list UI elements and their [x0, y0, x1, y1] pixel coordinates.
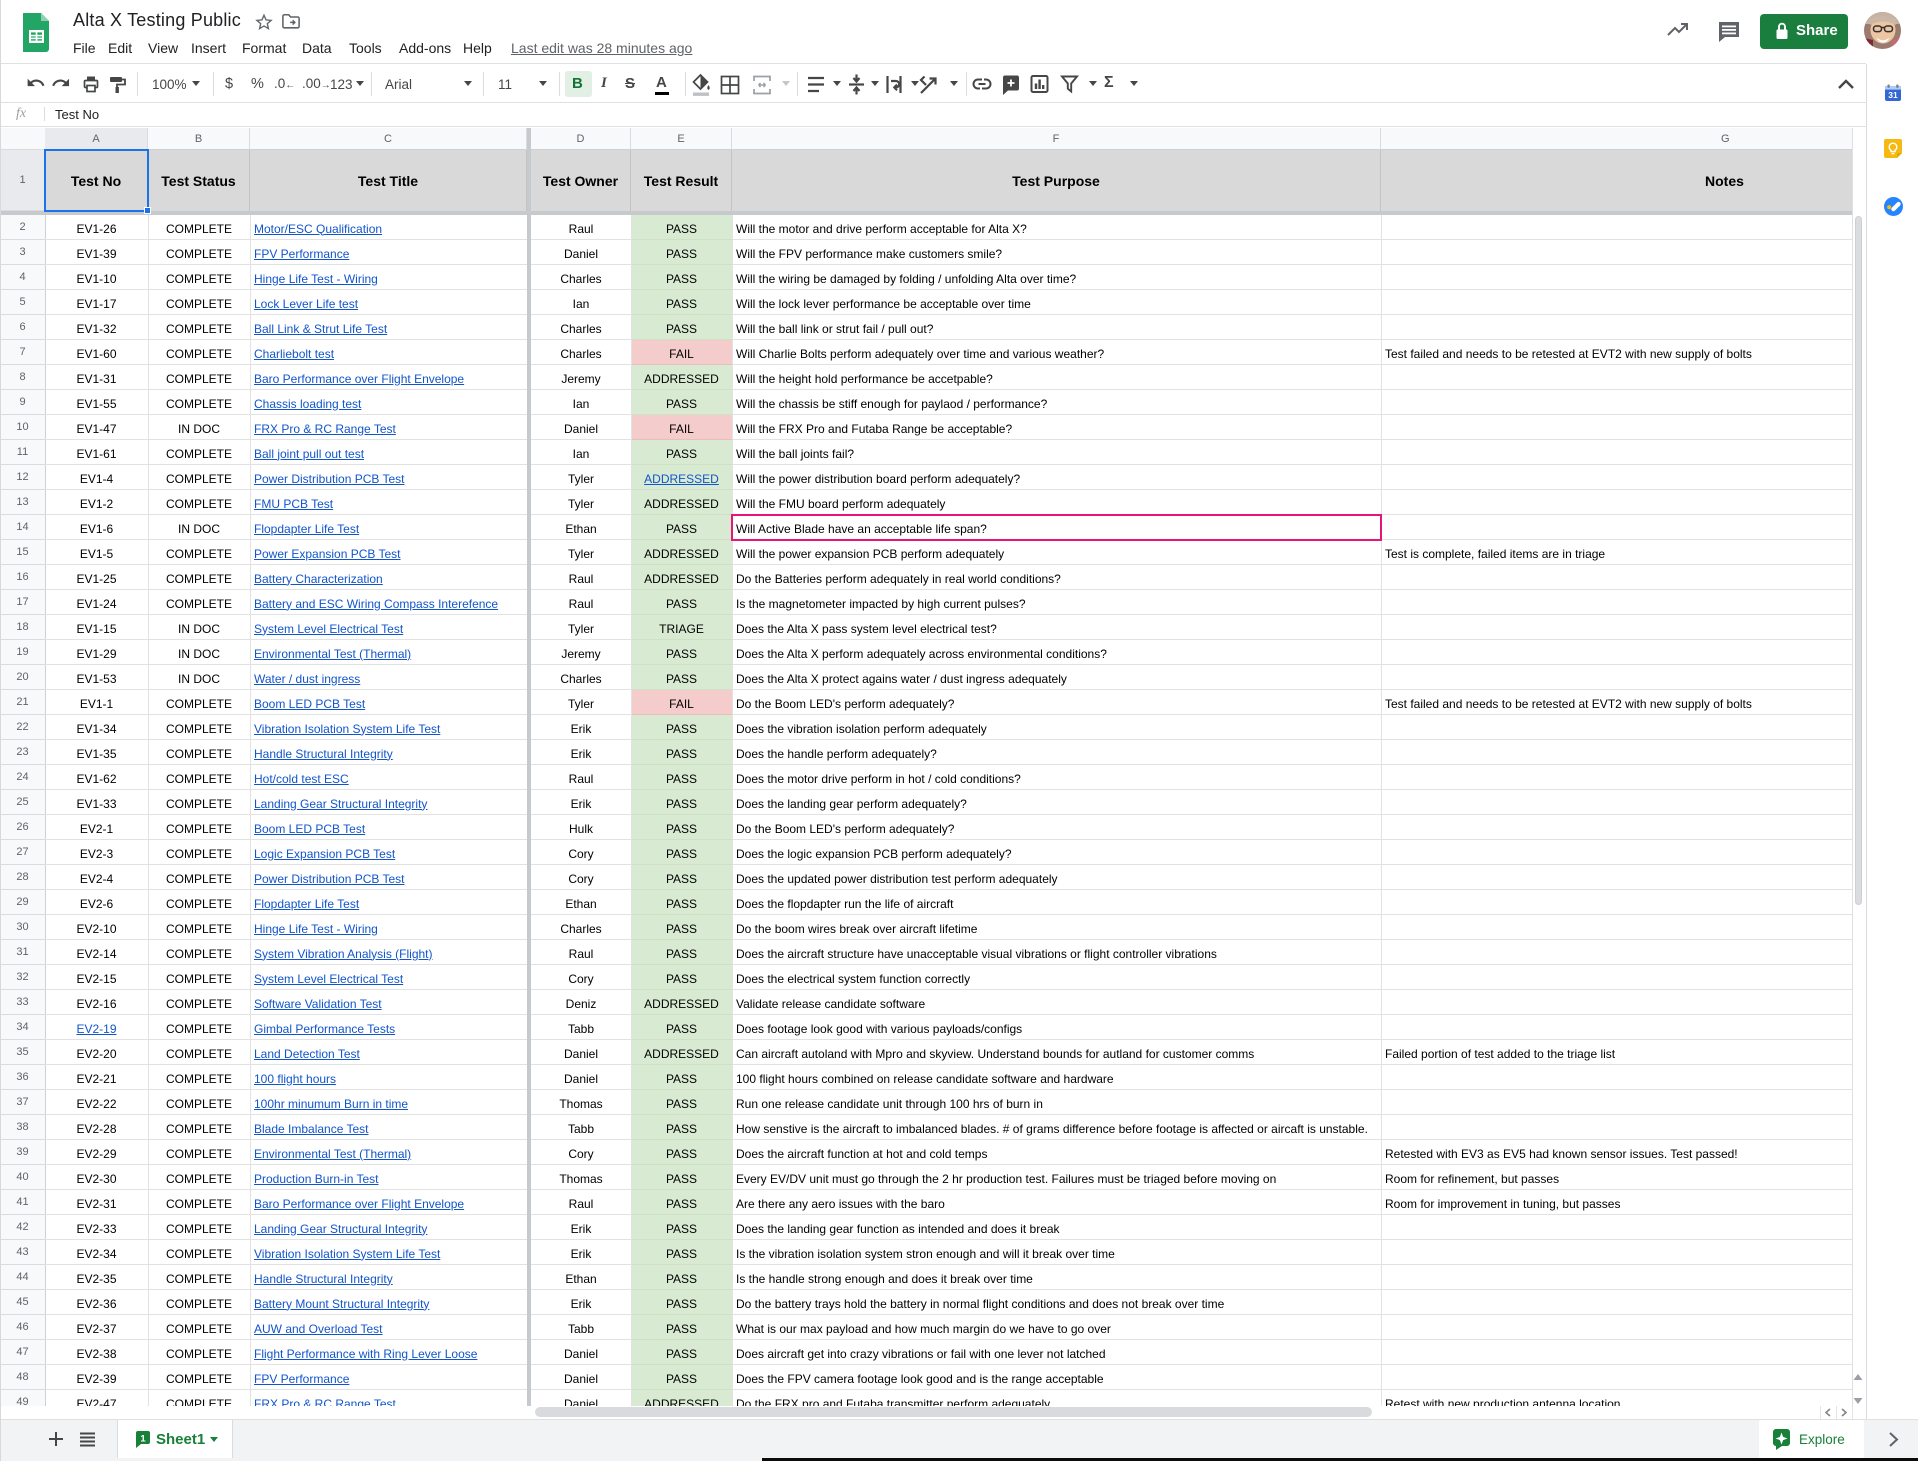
svg-text:31: 31 — [1888, 90, 1898, 100]
svg-text:1: 1 — [140, 1434, 146, 1445]
